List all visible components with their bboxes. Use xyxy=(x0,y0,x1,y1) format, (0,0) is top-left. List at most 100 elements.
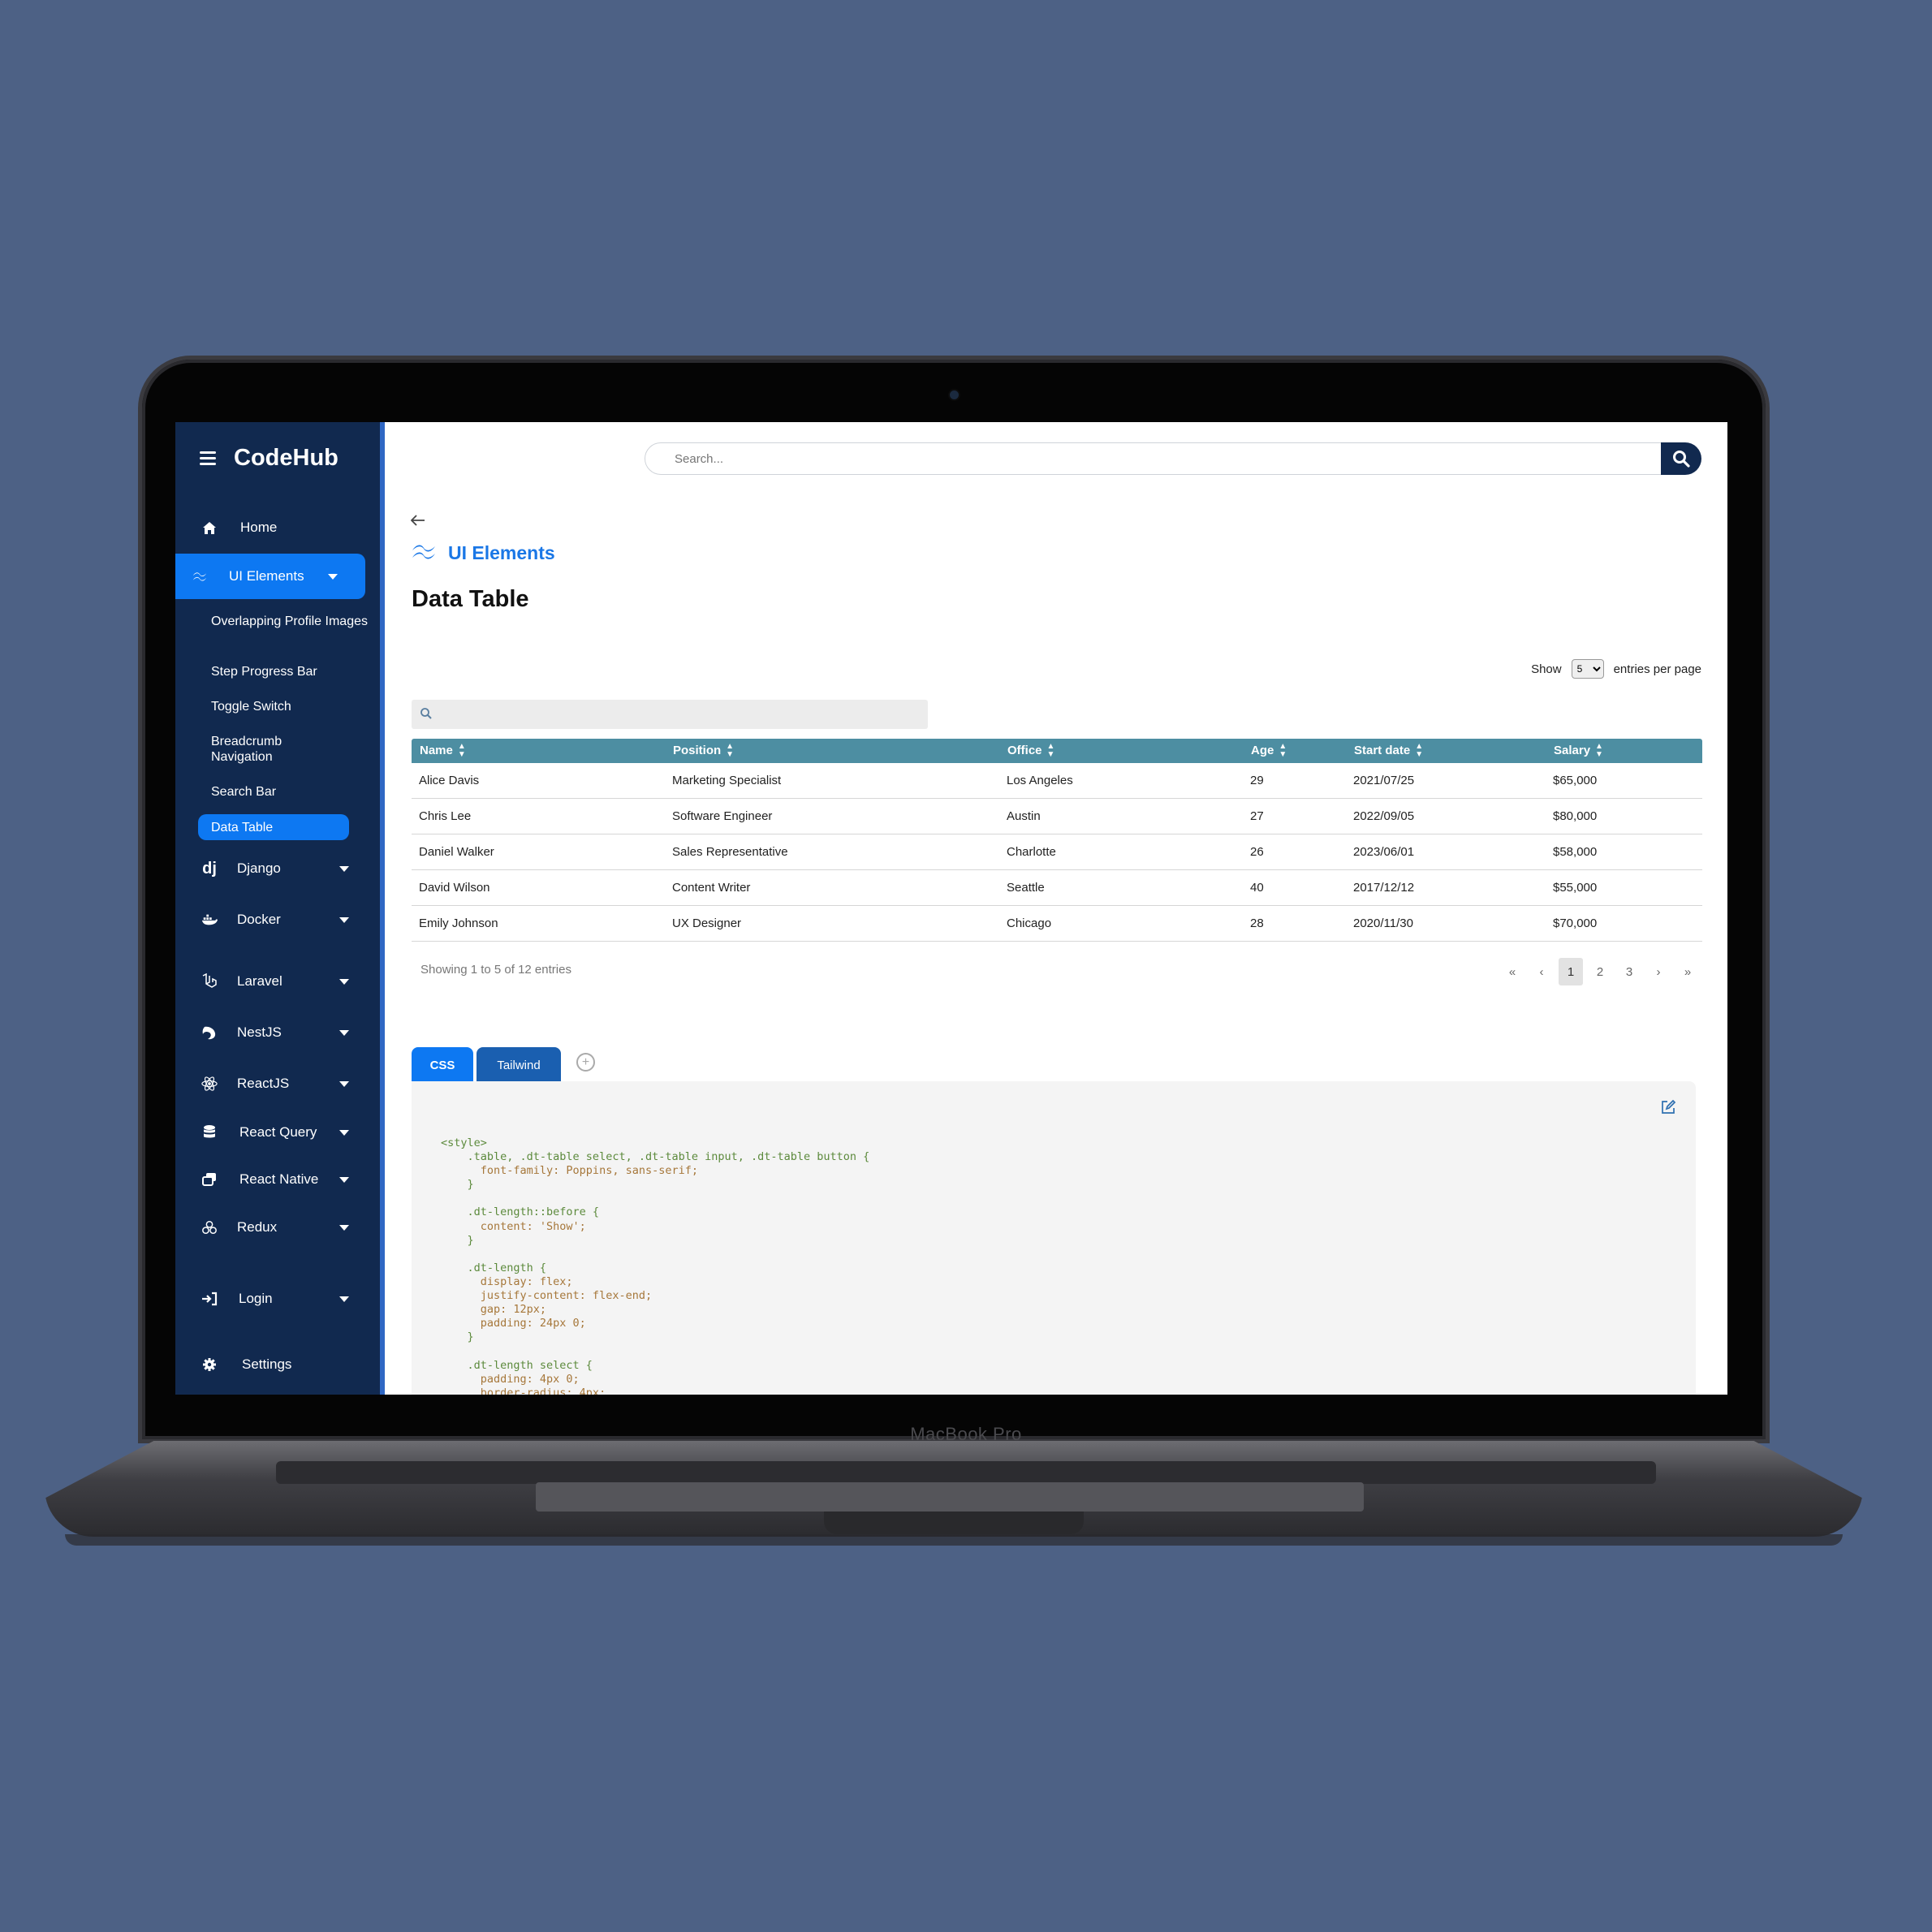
database-icon xyxy=(201,1124,218,1141)
sidebar-item-django[interactable]: dj Django xyxy=(175,846,365,891)
sidebar-item-ui-elements[interactable]: UI Elements xyxy=(175,554,365,599)
sort-icon: ▲ ▼ xyxy=(1279,742,1287,759)
cell-position: Marketing Specialist xyxy=(665,763,999,799)
column-header-label: Position xyxy=(673,743,722,757)
cell-salary: $55,000 xyxy=(1546,869,1702,906)
home-icon xyxy=(201,520,218,536)
search-icon xyxy=(420,707,433,724)
back-arrow-icon[interactable] xyxy=(410,510,425,531)
gear-icon xyxy=(201,1356,218,1373)
sidebar-item-label: UI Elements xyxy=(229,568,304,584)
laptop-foot xyxy=(65,1534,1843,1546)
cell-position: Software Engineer xyxy=(665,798,999,834)
table-header-row: Name ▲ ▼ Position ▲ ▼ Office ▲ ▼ Age ▲ ▼ Start d… xyxy=(412,739,1702,763)
column-header-start-date[interactable]: Start date ▲ ▼ xyxy=(1346,739,1546,763)
code-line: .table, .dt-table select, .dt-table inpu… xyxy=(441,1150,870,1164)
pagination-page-2[interactable]: 2 xyxy=(1588,958,1612,985)
code-line: gap: 12px; xyxy=(441,1303,547,1317)
react-icon xyxy=(201,1076,218,1092)
sidebar-item-label: Laravel xyxy=(237,973,282,989)
table-row: David Wilson Content Writer Seattle 40 2… xyxy=(412,869,1702,906)
sidebar-subitem-data-table[interactable]: Data Table xyxy=(198,814,349,840)
sidebar-item-docker[interactable]: Docker xyxy=(175,897,365,942)
cell-name: Alice Davis xyxy=(412,763,665,799)
chevron-down-icon xyxy=(339,1080,349,1087)
pagination-prev[interactable]: ‹ xyxy=(1529,958,1554,985)
tailwind-icon xyxy=(192,568,208,584)
brand-name: CodeHub xyxy=(234,445,339,471)
sidebar-subitem-toggle-switch[interactable]: Toggle Switch xyxy=(211,699,373,714)
cell-position: Content Writer xyxy=(665,869,999,906)
code-line: border-radius: 4px; xyxy=(441,1386,606,1395)
cell-office: Charlotte xyxy=(999,834,1243,870)
column-header-salary[interactable]: Salary ▲ ▼ xyxy=(1546,739,1702,763)
nestjs-icon xyxy=(201,1024,218,1041)
code-line: padding: 24px 0; xyxy=(441,1317,586,1330)
sidebar-subitem-step-progress-bar[interactable]: Step Progress Bar xyxy=(211,664,373,679)
code-line: content: 'Show'; xyxy=(441,1219,586,1233)
sidebar-item-react-native[interactable]: React Native xyxy=(175,1157,365,1202)
brand: CodeHub xyxy=(200,445,339,472)
sidebar-item-label: NestJS xyxy=(237,1024,282,1040)
code-line: .dt-length { xyxy=(441,1261,547,1274)
cell-age: 29 xyxy=(1243,763,1346,799)
pagination-last[interactable]: » xyxy=(1675,958,1700,985)
tab-css[interactable]: CSS xyxy=(412,1047,473,1083)
section-title: UI Elements xyxy=(448,542,555,563)
sidebar-subitem-overlapping-profile-images[interactable]: Overlapping Profile Images xyxy=(211,614,373,629)
cell-age: 27 xyxy=(1243,798,1346,834)
sidebar-item-redux[interactable]: Redux xyxy=(175,1205,365,1250)
sidebar-item-react-query[interactable]: React Query xyxy=(175,1110,365,1155)
search-input[interactable] xyxy=(645,442,1662,475)
table-filter-input[interactable] xyxy=(412,700,928,729)
column-header-age[interactable]: Age ▲ ▼ xyxy=(1243,739,1346,763)
search-button[interactable] xyxy=(1661,442,1701,475)
cell-start-date: 2021/07/25 xyxy=(1346,763,1546,799)
column-header-name[interactable]: Name ▲ ▼ xyxy=(412,739,665,763)
chevron-down-icon xyxy=(339,1176,349,1183)
tab-tailwind[interactable]: Tailwind xyxy=(477,1047,561,1083)
sidebar-item-label: Django xyxy=(237,860,281,876)
pagination-page-3[interactable]: 3 xyxy=(1617,958,1641,985)
cell-start-date: 2017/12/12 xyxy=(1346,869,1546,906)
table-row: Emily Johnson UX Designer Chicago 28 202… xyxy=(412,905,1702,942)
chevron-down-icon xyxy=(339,916,349,923)
cell-start-date: 2020/11/30 xyxy=(1346,905,1546,942)
edit-icon[interactable] xyxy=(1660,1099,1676,1119)
sidebar-item-login[interactable]: Login xyxy=(175,1276,365,1322)
hamburger-menu-icon[interactable] xyxy=(200,451,216,465)
column-header-label: Start date xyxy=(1354,743,1411,757)
code-tabs: CSS Tailwind xyxy=(412,1047,561,1083)
sidebar-item-label: Docker xyxy=(237,912,281,927)
cell-salary: $80,000 xyxy=(1546,798,1702,834)
column-header-position[interactable]: Position ▲ ▼ xyxy=(665,739,999,763)
sidebar-item-label: Settings xyxy=(242,1356,292,1372)
sidebar-item-nestjs[interactable]: NestJS xyxy=(175,1010,365,1055)
docker-icon xyxy=(201,912,218,928)
column-header-label: Office xyxy=(1007,743,1042,757)
sidebar-item-laravel[interactable]: Laravel xyxy=(175,959,365,1004)
add-tab-icon[interactable]: + xyxy=(576,1053,595,1072)
sidebar-item-home[interactable]: Home xyxy=(175,505,365,550)
page-title: Data Table xyxy=(412,586,529,612)
code-line: } xyxy=(441,1233,474,1247)
cell-office: Chicago xyxy=(999,905,1243,942)
sort-icon: ▲ ▼ xyxy=(1595,742,1603,759)
keyboard-edge xyxy=(276,1461,1656,1484)
code-line: .dt-length::before { xyxy=(441,1205,600,1219)
code-line: } xyxy=(441,1330,474,1344)
chevron-down-icon xyxy=(339,978,349,985)
code-line: justify-content: flex-end; xyxy=(441,1289,653,1303)
chevron-down-icon xyxy=(339,1129,349,1136)
entries-select[interactable]: 5 xyxy=(1571,659,1604,679)
sidebar-subitem-search-bar[interactable]: Search Bar xyxy=(211,784,373,800)
pagination-page-1[interactable]: 1 xyxy=(1559,958,1583,985)
cell-position: Sales Representative xyxy=(665,834,999,870)
sidebar-item-reactjs[interactable]: ReactJS xyxy=(175,1061,365,1106)
pagination-next[interactable]: › xyxy=(1646,958,1671,985)
sidebar-item-settings[interactable]: Settings xyxy=(175,1342,365,1387)
column-header-office[interactable]: Office ▲ ▼ xyxy=(999,739,1243,763)
pagination-first[interactable]: « xyxy=(1500,958,1524,985)
breadcrumb[interactable]: UI Elements xyxy=(411,542,555,564)
sidebar-subitem-breadcrumb-navigation[interactable]: Breadcrumb Navigation xyxy=(211,734,300,765)
